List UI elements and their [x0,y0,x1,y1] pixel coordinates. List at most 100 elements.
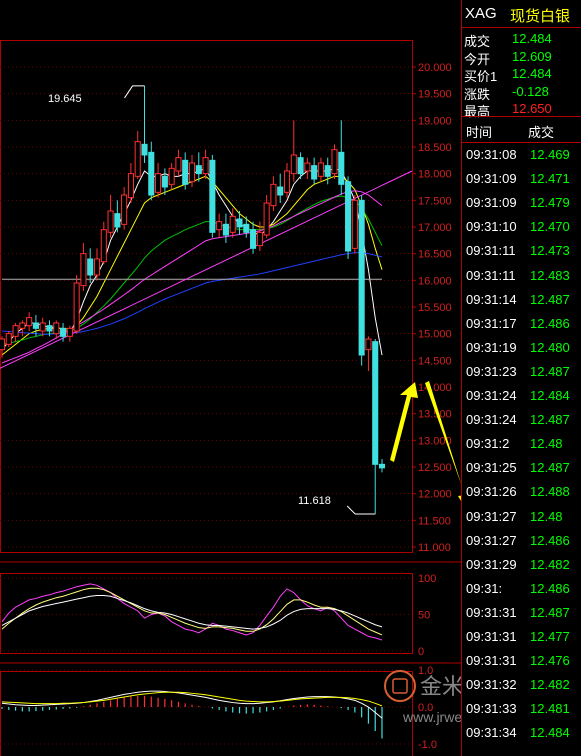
tick-price: 12.471 [530,171,570,187]
tick-price: 12.48 [530,436,563,452]
y-tick-label: 16.000 [418,275,452,287]
quote-row: 涨跌 -0.128 [462,83,581,102]
y-tick-label: 17.000 [418,222,452,234]
kdj-panel-grid [0,573,413,654]
annotation-leader [346,505,376,515]
tick-time: 09:31:31 [466,629,517,644]
tick-price: 12.483 [530,267,570,283]
y-tick-label: 14.500 [418,355,452,367]
tick-time: 09:31:31 [466,653,517,669]
tick-price: 12.488 [530,484,570,500]
candle-body [175,157,182,172]
candle-body [324,165,331,177]
y-tick-label: 17.500 [418,195,452,207]
quote-row: 成交 12.484 [462,30,581,49]
tick-row: 09:31:11 12.473 [462,239,581,263]
watermark-logo: 金米圈 www.jrwei.com [384,670,461,725]
main-chart-frame [0,40,413,553]
tick-price: 12.469 [530,147,570,162]
tick-row: 09:31:10 12.470 [462,215,581,239]
quote-row: 今开 12.609 [462,48,581,67]
tick-price: 12.486 [530,532,570,548]
tick-time: 09:31:32 [466,677,517,693]
tick-time: 09:31:27 [466,532,517,548]
tick-time: 09:31: [466,580,503,596]
tick-price: 12.479 [530,195,570,211]
tick-row: 09:31:09 12.479 [462,191,581,215]
tick-row: 09:31:27 12.486 [462,529,581,553]
y-tick-label: 15.500 [418,302,452,314]
y-tick-label: 14.000 [418,382,452,394]
tick-price: 12.486 [530,580,570,596]
tick-row: 09:31:23 12.487 [462,360,581,384]
candle-body [378,463,386,469]
candle-body [365,338,372,351]
candle-body [19,322,26,329]
tick-row: 09:31:26 12.488 [462,480,581,504]
annotation-leader [124,85,145,99]
tick-row: 09:31:08 12.469 [462,143,581,167]
tick-time: 09:31:14 [466,291,517,307]
candle-body [195,165,202,175]
tick-time: 09:31:09 [466,171,517,187]
tick-price: 12.482 [530,556,570,572]
candle-body [290,154,297,175]
candle-body [236,218,243,228]
candle-body [141,143,148,156]
y-tick-label: 18.000 [418,169,452,181]
kdj-lines [1,583,383,641]
candle-body [311,165,318,180]
y-tick-label: 100 [418,573,436,585]
candle-body [209,159,216,233]
candle-body [168,167,175,185]
candle-body [270,183,277,207]
tick-row: 09:31:25 12.487 [462,456,581,480]
y-tick-label: 19.000 [418,115,452,127]
tick-time: 09:31:19 [466,339,517,355]
tick-price: 12.481 [530,701,570,717]
tick-time: 09:31:31 [466,604,517,620]
annotation-high: 19.645 [48,93,82,105]
candle-body [283,170,291,193]
tick-row: 09:31:24 12.487 [462,408,581,432]
candle-body [121,194,128,225]
tick-time: 09:31:24 [466,388,517,403]
watermark-url: www.jrwei.com [402,709,461,725]
annotation-low: 11.618 [298,495,331,507]
candle-body [26,317,33,327]
quote-panel: XAG 现货白银 成交 12.484 今开 12.609 买价1 12.484 涨跌 … [461,0,581,756]
candle-body [12,325,19,337]
y-tick-label: 18.500 [418,142,452,154]
tick-time: 09:31:24 [466,412,517,428]
y-tick-label: 50 [418,610,430,622]
tick-row: 09:31:31 12.476 [462,649,581,673]
tick-row: 09:31:19 12.480 [462,336,581,360]
y-tick-label: 16.500 [418,249,452,261]
candle-body [161,175,168,188]
kdj-line [1,595,383,630]
candle-body [148,151,155,196]
candle-body [331,149,338,175]
main-chart-grid [0,40,413,553]
ticks-header: 时间 成交 [462,116,581,143]
y-tick-label: 12.500 [418,462,452,474]
ticks-time-header: 时间 [466,125,493,140]
candle-body [202,157,209,175]
candle-body [93,258,101,276]
candle-body [372,341,379,465]
ma-line [1,252,383,335]
candle-body [73,282,80,332]
candle-body [216,221,223,231]
y-tick-label: 11.000 [418,542,451,554]
arrow-up-1 [390,382,418,462]
tick-row: 09:31:17 12.486 [462,312,581,336]
quote-value: 12.484 [512,66,552,81]
tick-time: 09:31:11 [466,267,516,283]
y-tick-label: 11.500 [418,515,451,527]
kdj-line [1,587,383,636]
candle-body [229,215,236,233]
tick-row: 09:31:31 12.477 [462,625,581,649]
candle-body [256,231,263,247]
quote-value: 12.650 [512,101,552,116]
price-annotations: 19.645 11.618 [48,85,376,515]
